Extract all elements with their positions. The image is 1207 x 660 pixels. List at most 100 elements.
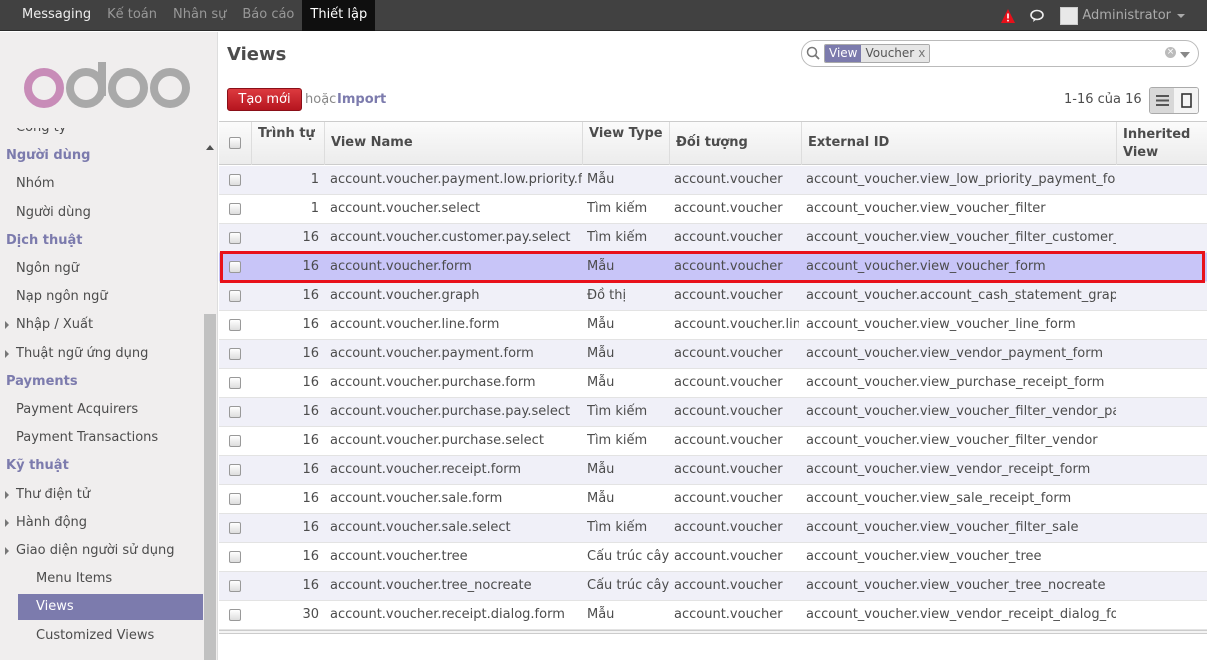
sidebar-item-giao-di-n-ng-i-s-d-ng[interactable]: Giao diện người sử dụng [0,537,203,565]
table-row[interactable]: 30 account.voucher.receipt.dialog.form Mẫu… [219,601,1207,630]
sidebar-scrollbar-thumb[interactable] [204,314,216,660]
pager-value[interactable]: 1-16 của 16 [1064,92,1142,107]
clear-search-icon[interactable]: × [1165,47,1176,58]
header-view-type[interactable]: View Type [582,122,669,165]
row-checkbox[interactable] [229,203,241,215]
cell-view-name: account.voucher.payment.low.priority.for… [330,172,582,187]
list-view-icon [1155,95,1169,106]
sidebar-item-customized-views[interactable]: Customized Views [0,622,203,650]
list-view-button[interactable] [1150,88,1174,113]
row-checkbox[interactable] [229,551,241,563]
cell-external-id: account_voucher.view_voucher_tree_nocrea… [806,578,1106,593]
menu-ke-toan[interactable]: Kế toán [99,0,165,31]
search-options-toggle-icon[interactable] [1180,52,1190,58]
sidebar-item-thu-t-ng-ng-d-ng[interactable]: Thuật ngữ ứng dụng [0,340,203,368]
table-row[interactable]: 16 account.voucher.customer.pay.select Tìm… [219,224,1207,253]
sidebar-item-th-i-n-t-[interactable]: Thư điện tử [0,481,203,509]
expand-arrow-icon[interactable] [5,490,9,499]
select-all-checkbox[interactable] [229,137,241,149]
menu-nhan-su[interactable]: Nhân sự [165,0,234,31]
chat-icon[interactable] [1030,8,1046,24]
menu-messaging[interactable]: Messaging [14,0,99,31]
table-row[interactable]: 16 account.voucher.purchase.form Mẫu accoun… [219,369,1207,398]
sidebar-item-views[interactable]: Views [18,594,203,621]
alert-icon[interactable] [1000,8,1016,24]
table-row[interactable]: 16 account.voucher.purchase.select Tìm kiế… [219,427,1207,456]
table-row[interactable]: 16 account.voucher.line.form Mẫu account.vo… [219,311,1207,340]
table-row[interactable]: 16 account.voucher.sale.select Tìm kiếm acc… [219,514,1207,543]
table-row[interactable]: 16 account.voucher.receipt.form Mẫu account… [219,456,1207,485]
sidebar-item-nh-m[interactable]: Nhóm [0,170,203,198]
row-checkbox[interactable] [229,290,241,302]
form-view-button[interactable] [1174,88,1198,113]
sidebar-item-n-p-ng-n-ng-[interactable]: Nạp ngôn ngữ [0,283,203,311]
row-checkbox[interactable] [229,464,241,476]
expand-arrow-icon[interactable] [5,547,9,555]
row-checkbox[interactable] [229,493,241,505]
cell-view-type: Cấu trúc cây [587,578,669,593]
menu-bao-cao[interactable]: Báo cáo [234,0,302,31]
table-row[interactable]: 16 account.voucher.sale.form Mẫu account.vo… [219,485,1207,514]
sidebar-item-c-ng-ty[interactable]: Công ty [0,128,203,142]
cell-view-type: Tìm kiếm [587,433,648,448]
odoo-logo [24,62,190,108]
row-checkbox[interactable] [229,319,241,331]
sidebar-item-ng-n-ng-[interactable]: Ngôn ngữ [0,255,203,283]
cell-object: account.voucher [674,491,783,506]
row-checkbox[interactable] [229,435,241,447]
row-checkbox[interactable] [229,348,241,360]
sidebar-item-h-nh-ng[interactable]: Hành động [0,509,203,537]
sidebar-item-payment-acquirers[interactable]: Payment Acquirers [0,396,203,424]
row-checkbox[interactable] [229,609,241,621]
cell-object: account.voucher [674,201,783,216]
expand-arrow-icon[interactable] [5,321,9,330]
table-row[interactable]: 1 account.voucher.payment.low.priority.fo… [219,166,1207,195]
cell-object: account.voucher [674,433,783,448]
cell-view-type: Tìm kiếm [587,520,648,535]
cell-object: account.voucher.line [674,317,799,332]
row-checkbox[interactable] [229,522,241,534]
table-row[interactable]: 16 account.voucher.payment.form Mẫu account… [219,340,1207,369]
header-object[interactable]: Đối tượng [669,122,801,165]
scroll-up-arrow-icon[interactable] [206,145,214,150]
table-row[interactable]: 16 account.voucher.tree_nocreate Cấu trúc … [219,572,1207,601]
header-view-name[interactable]: View Name [324,122,582,165]
facet-remove-icon[interactable]: x [918,46,925,60]
table-row[interactable]: 16 account.voucher.form Mẫu account.voucher… [219,253,1207,282]
sidebar-item-ng-i-d-ng[interactable]: Người dùng [0,199,203,227]
cell-external-id: account_voucher.view_vendor_payment_form [806,346,1103,361]
cell-view-name: account.voucher.graph [330,288,480,303]
cell-view-type: Mẫu [587,491,615,506]
sidebar-item-payment-transactions[interactable]: Payment Transactions [0,424,203,452]
header-inherited-view[interactable]: Inherited View [1116,122,1207,165]
row-checkbox[interactable] [229,377,241,389]
table-row[interactable]: 1 account.voucher.select Tìm kiếm account.v… [219,195,1207,224]
row-checkbox[interactable] [229,174,241,186]
table-row[interactable]: 16 account.voucher.tree Cấu trúc cây accoun… [219,543,1207,572]
cell-external-id: account_voucher.view_purchase_receipt_fo… [806,375,1105,390]
table-row[interactable]: 16 account.voucher.purchase.pay.select Tìm… [219,398,1207,427]
search-box[interactable]: View Voucher x × [801,40,1199,67]
user-menu[interactable]: Administrator [1082,8,1185,23]
header-external-id[interactable]: External ID [801,122,1116,165]
sidebar-item-nh-p-xu-t[interactable]: Nhập / Xuất [0,311,203,339]
menu-thiet-lap[interactable]: Thiết lập [302,0,376,31]
create-button[interactable]: Tạo mới [227,88,302,111]
header-sequence[interactable]: Trình tự [251,122,324,165]
cell-view-type: Cấu trúc cây [587,549,669,564]
cell-sequence: 16 [302,375,319,390]
cell-object: account.voucher [674,259,783,274]
avatar[interactable] [1060,6,1079,25]
expand-arrow-icon[interactable] [5,349,9,358]
table-row[interactable]: 16 account.voucher.graph Đồ thị account.vou… [219,282,1207,311]
expand-arrow-icon[interactable] [5,518,9,527]
row-checkbox[interactable] [229,406,241,418]
row-checkbox[interactable] [229,232,241,244]
row-checkbox[interactable] [229,580,241,592]
cell-view-type: Mẫu [587,172,615,187]
row-checkbox[interactable] [229,261,241,273]
import-link[interactable]: Import [337,92,386,107]
view-switcher [1149,87,1199,114]
cell-view-type: Mẫu [587,317,615,332]
sidebar-item-menu-items[interactable]: Menu Items [0,565,203,593]
